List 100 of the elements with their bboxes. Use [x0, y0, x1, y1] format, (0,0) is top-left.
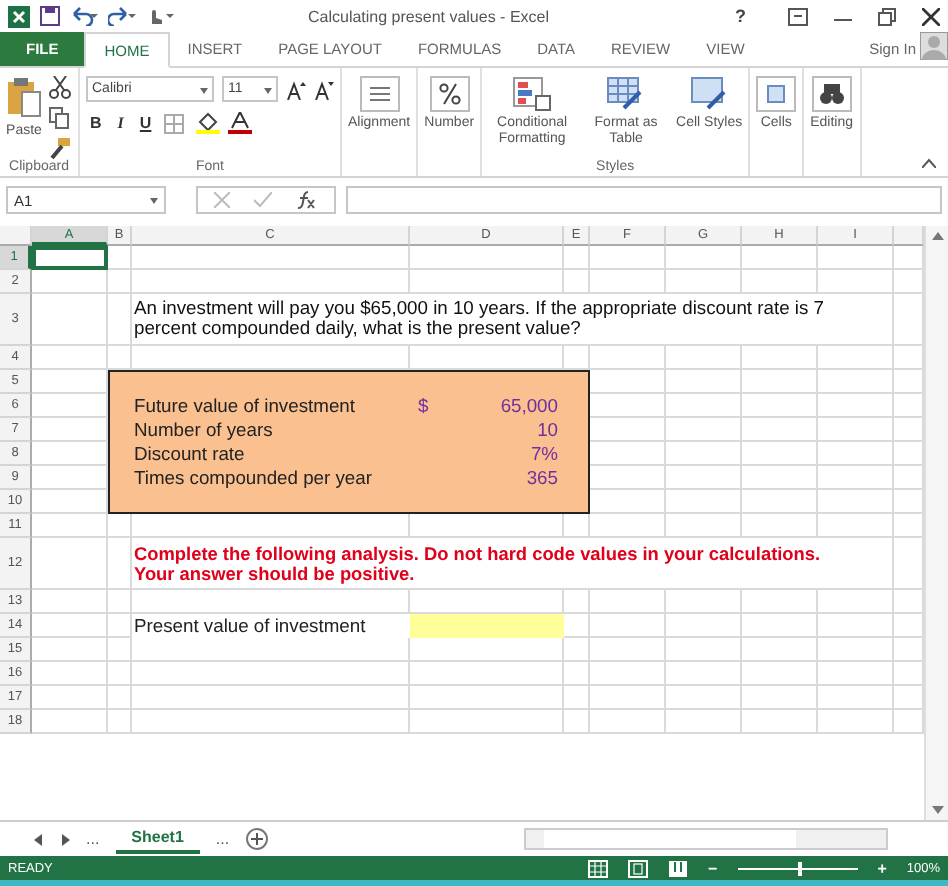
format-button[interactable]: U: [135, 114, 156, 132]
format-painter-icon[interactable]: [48, 136, 72, 160]
grid-cell[interactable]: [818, 638, 894, 662]
grid-cell[interactable]: [32, 686, 108, 710]
enter-icon[interactable]: [254, 192, 272, 208]
grid-cell[interactable]: [818, 466, 894, 490]
format-button[interactable]: I: [113, 114, 128, 132]
grid-cell[interactable]: [590, 246, 666, 270]
insert-function-icon[interactable]: [296, 190, 316, 210]
grid-cell[interactable]: [590, 614, 666, 638]
grid-cell[interactable]: [818, 686, 894, 710]
grid-cell[interactable]: [132, 710, 410, 734]
zoom-in-button[interactable]: +: [877, 859, 887, 877]
grid-cell[interactable]: [32, 638, 108, 662]
grid-cell[interactable]: [666, 466, 742, 490]
horizontal-scrollbar[interactable]: [524, 828, 888, 850]
grid-cell[interactable]: [666, 490, 742, 514]
format-button[interactable]: B: [86, 114, 106, 132]
grid-cell[interactable]: [666, 394, 742, 418]
grid-cell[interactable]: [742, 418, 818, 442]
grid-cell[interactable]: [410, 246, 564, 270]
grid-cell[interactable]: [818, 394, 894, 418]
grid-cell[interactable]: [666, 638, 742, 662]
ribbon-display-icon[interactable]: [788, 7, 808, 25]
normal-view-icon[interactable]: [588, 859, 609, 877]
grid-cell[interactable]: [742, 638, 818, 662]
grid-cell[interactable]: [108, 614, 132, 638]
grid-cell[interactable]: [564, 662, 590, 686]
grid-cell[interactable]: [666, 614, 742, 638]
grid-cell[interactable]: [742, 710, 818, 734]
more-sheets-button[interactable]: ...: [86, 830, 100, 848]
grid-cell[interactable]: [818, 614, 894, 638]
grid-cell[interactable]: [742, 394, 818, 418]
grid-cell[interactable]: [108, 638, 132, 662]
grid-cell[interactable]: [132, 246, 410, 270]
grid-cell[interactable]: [818, 370, 894, 394]
grid-cell[interactable]: [666, 418, 742, 442]
scroll-down-icon[interactable]: [929, 804, 945, 816]
grid-cell[interactable]: [742, 662, 818, 686]
grid-cell[interactable]: [564, 710, 590, 734]
grid-cell[interactable]: [108, 662, 132, 686]
grid-cell[interactable]: [742, 246, 818, 270]
grid-cell[interactable]: [666, 710, 742, 734]
redo-icon[interactable]: [108, 6, 136, 26]
grid-cell[interactable]: [818, 442, 894, 466]
help-button[interactable]: ?: [735, 6, 746, 26]
grid-cell[interactable]: [590, 638, 666, 662]
save-icon[interactable]: [40, 6, 60, 26]
vertical-scrollbar[interactable]: [924, 226, 948, 820]
grid-cell[interactable]: [590, 686, 666, 710]
fill-color-icon[interactable]: [195, 112, 220, 134]
scroll-up-icon[interactable]: [929, 230, 945, 242]
excel-logo-icon[interactable]: [8, 5, 30, 27]
add-sheet-icon[interactable]: [245, 828, 268, 850]
restore-icon[interactable]: [878, 7, 896, 25]
grid-cell[interactable]: [666, 370, 742, 394]
grid-cell[interactable]: [108, 270, 132, 294]
grid-cell[interactable]: [564, 686, 590, 710]
formula-input[interactable]: [346, 186, 942, 214]
grid-cell[interactable]: [666, 662, 742, 686]
cancel-icon[interactable]: [214, 192, 230, 208]
active-cell[interactable]: [32, 246, 108, 270]
page-break-icon[interactable]: [668, 859, 689, 877]
close-icon[interactable]: [922, 7, 940, 25]
next-sheet-icon[interactable]: [60, 833, 70, 845]
grid-cell[interactable]: [590, 662, 666, 686]
page-layout-icon[interactable]: [628, 859, 649, 877]
grid-cell[interactable]: [32, 514, 108, 538]
grid-cell[interactable]: [108, 590, 132, 614]
grid-cell[interactable]: [742, 370, 818, 394]
grid-cell[interactable]: [818, 246, 894, 270]
font-color-icon[interactable]: [227, 112, 252, 134]
grid-cell[interactable]: [818, 662, 894, 686]
grid-cell[interactable]: [742, 466, 818, 490]
select-all-corner[interactable]: [0, 226, 32, 246]
grid-cell[interactable]: [132, 686, 410, 710]
grid-cell[interactable]: [666, 686, 742, 710]
grid-cell[interactable]: [32, 662, 108, 686]
grid-cell[interactable]: [818, 418, 894, 442]
grid-cell[interactable]: [32, 710, 108, 734]
grid-cell[interactable]: [818, 490, 894, 514]
sheet-tab[interactable]: Sheet1: [115, 824, 200, 854]
grid-cell[interactable]: [742, 614, 818, 638]
grid-cell[interactable]: [564, 638, 590, 662]
decrease-font-icon[interactable]: [314, 79, 334, 99]
grid-cell[interactable]: [108, 686, 132, 710]
grid-cell[interactable]: [742, 490, 818, 514]
grid-cell[interactable]: [108, 710, 132, 734]
grid-cell[interactable]: [32, 346, 108, 370]
increase-font-icon[interactable]: [286, 79, 306, 99]
grid-cell[interactable]: [410, 686, 564, 710]
grid-cell[interactable]: [818, 710, 894, 734]
grid-cell[interactable]: [742, 442, 818, 466]
grid-cell[interactable]: [108, 246, 132, 270]
zoom-out-button[interactable]: −: [708, 859, 718, 877]
grid-cell[interactable]: [590, 710, 666, 734]
touch-mode-icon[interactable]: [146, 6, 178, 26]
grid-cell[interactable]: [32, 590, 108, 614]
grid-cell[interactable]: [32, 270, 108, 294]
grid-cell[interactable]: [32, 614, 108, 638]
